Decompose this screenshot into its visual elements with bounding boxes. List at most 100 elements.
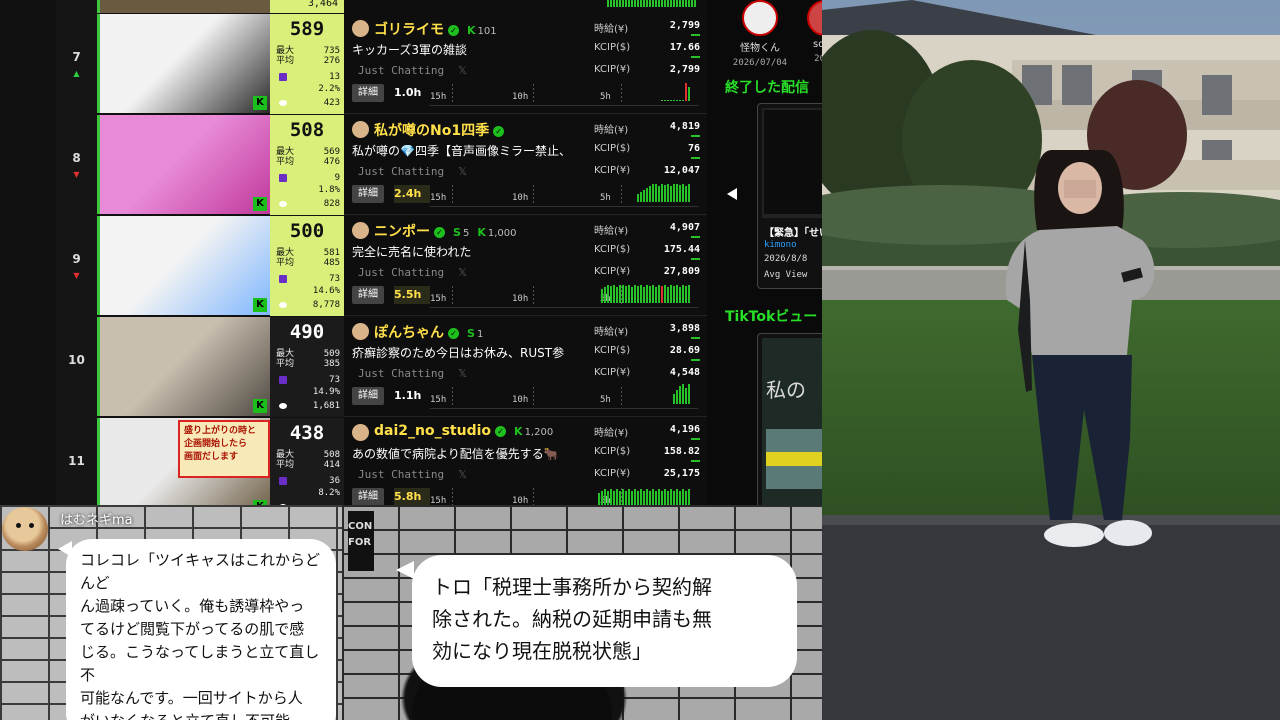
stream-duration: 1.0h: [394, 86, 422, 99]
hourly-label: 時給(¥): [594, 428, 629, 439]
viewer-history-bar: [601, 289, 603, 303]
hourly-label: 時給(¥): [594, 327, 629, 338]
stream-info: 私が噂のNo1四季 ✓ 私が噂の💎四季【音声画像ミラー禁止、 Just Chattin…: [344, 115, 707, 215]
chat-rate: 1.8%: [318, 185, 340, 195]
viewer-history-bar: [667, 100, 669, 101]
timeline-15h: 15h: [430, 395, 447, 405]
ranking-row[interactable]: 8 ▼ K 508 最大 569 平均 476 9 1.8% 828 私が噂のNo1四季 ✓ 私が噂の💎四…: [0, 115, 707, 216]
carousel-prev-icon[interactable]: [727, 188, 737, 200]
side-user-2[interactable]: soph 2026: [795, 0, 822, 64]
ranking-row[interactable]: 10 K 490 最大 509 平均 385 73 14.9% 1,681 ぽんちゃん ✓ S 1 疥癬診察…: [0, 317, 707, 418]
viewer-history-bar: [667, 287, 669, 303]
avatar: [352, 424, 369, 441]
viewer-history-bar: [643, 491, 645, 505]
viewer-history-bar: [685, 388, 687, 404]
current-viewers: 500: [289, 220, 325, 242]
viewer-history-bar: [673, 394, 675, 404]
viewer-timeline: 15h 10h 5h: [430, 83, 698, 106]
viewer-history-bar: [610, 489, 612, 505]
tiktok-views-heading: TikTokビュー: [725, 309, 818, 325]
ranking-row[interactable]: 7 ▲ K 589 最大 735 平均 276 13 2.2% 423 ゴリライモ ✓ K 101 キッカーズ…: [0, 14, 707, 115]
viewer-history-bar: [679, 185, 681, 202]
bubble-tail: [58, 541, 72, 557]
kcip-jpy-label: KCIP(¥): [594, 468, 631, 479]
kcip-jpy-label: KCIP(¥): [594, 266, 631, 277]
detail-button[interactable]: 詳細: [352, 84, 384, 102]
ranking-row[interactable]: 9 ▼ K 500 最大 581 平均 485 73 14.6% 8,778 ニンポー ✓ S 5 K 1,00…: [0, 216, 707, 317]
viewer-history-bar: [670, 100, 672, 101]
viewer-history-bar: [634, 489, 636, 505]
verified-icon: ✓: [434, 227, 445, 238]
viewer-history-bar: [685, 286, 687, 303]
ranking-row[interactable]: 11 盛り上がりの時と企画開始したら画面だしますK 438 最大 508 平均 414 36 8…: [0, 418, 707, 505]
follower-count: 423: [323, 98, 340, 108]
viewer-history-bar: [655, 287, 657, 303]
x-icon: 𝕏: [458, 64, 467, 77]
viewer-history-bar: [679, 287, 681, 303]
chat-count: 73: [329, 274, 340, 284]
viewer-history-bar: [685, 83, 687, 101]
hourly-value: 2,799: [669, 20, 700, 31]
verified-icon: ✓: [493, 126, 505, 137]
stream-thumbnail[interactable]: 盛り上がりの時と企画開始したら画面だしますK: [97, 418, 270, 505]
viewer-history-bar: [688, 184, 690, 202]
kcip-usd-value: 175.44: [663, 244, 700, 255]
stream-thumbnail[interactable]: K: [97, 317, 270, 416]
hamster-avatar-icon: [2, 507, 48, 551]
stream-info: ぽんちゃん ✓ S 1 疥癬診察のため今日はお休み、RUST参 Just Chatting…: [344, 317, 707, 417]
detail-button[interactable]: 詳細: [352, 286, 384, 304]
stream-thumbnail[interactable]: K: [97, 216, 270, 315]
chat-icon: [279, 275, 287, 283]
viewer-history-bar: [619, 285, 621, 303]
channel-name[interactable]: 私が噂のNo1四季 ✓: [374, 120, 505, 140]
channel-name[interactable]: ぽんちゃん ✓ S 1: [374, 322, 483, 342]
tiktok-card[interactable]: 私の: [757, 333, 822, 505]
viewer-history-bar: [643, 287, 645, 303]
channel-name[interactable]: ニンポー ✓ S 5 K 1,000: [374, 221, 516, 241]
viewer-history-bar: [673, 286, 675, 303]
viewer-history-bar: [616, 489, 618, 505]
avg-viewers: 385: [323, 359, 340, 369]
side-user-1[interactable]: 怪物くん 2026/07/04: [727, 0, 793, 68]
avatar: [352, 222, 369, 239]
kick-logo-icon: K: [253, 399, 267, 413]
avatar: [352, 121, 369, 138]
x-icon: 𝕏: [458, 367, 467, 380]
max-label: 最大: [276, 450, 295, 460]
viewer-history-chart: [661, 83, 690, 101]
timeline-15h: 15h: [430, 193, 447, 203]
channel-name[interactable]: ゴリライモ ✓ K 101: [374, 19, 497, 39]
timeline-5h: 5h: [600, 395, 611, 405]
detail-button[interactable]: 詳細: [352, 185, 384, 203]
channel-name[interactable]: dai2_no_studio ✓ K 1,200: [374, 423, 553, 439]
viewer-history-bar: [682, 384, 684, 404]
chat-rate: 2.2%: [318, 84, 340, 94]
detail-button[interactable]: 詳細: [352, 387, 384, 405]
avatar: [352, 20, 369, 37]
avg-label: 平均: [276, 460, 295, 470]
viewer-history-bar: [625, 491, 627, 505]
max-label: 最大: [276, 248, 295, 258]
avg-viewers: 476: [323, 157, 340, 167]
stream-thumbnail[interactable]: K: [97, 14, 270, 113]
chat-icon: [279, 477, 287, 485]
rank-number: 8: [72, 151, 81, 165]
stream-title: 完全に売名に使われた: [352, 245, 472, 259]
verified-icon: ✓: [448, 328, 459, 339]
viewer-history-bar: [685, 491, 687, 505]
viewer-history-bar: [607, 491, 609, 505]
chat-icon: [279, 174, 287, 182]
viewer-history-bar: [658, 186, 660, 202]
ended-stream-card[interactable]: 【緊急】「せい kimono 2026/8/8 Avg View: [757, 103, 822, 289]
viewer-history-bar: [652, 184, 654, 202]
kick-logo-icon: K: [253, 197, 267, 211]
stream-thumbnail[interactable]: K: [97, 115, 270, 214]
timeline-10h: 10h: [512, 294, 529, 304]
viewer-history-bar: [637, 491, 639, 505]
rank-number: 11: [68, 454, 85, 468]
viewer-history-bar: [649, 286, 651, 303]
comment-bubble: コレコレ「ツイキャスはこれからどんど ん過疎っていく。俺も誘導枠やっ てるけど閲…: [66, 539, 336, 720]
chat-rate: 14.6%: [312, 286, 340, 296]
viewer-history-bar: [637, 286, 639, 303]
detail-button[interactable]: 詳細: [352, 488, 384, 505]
